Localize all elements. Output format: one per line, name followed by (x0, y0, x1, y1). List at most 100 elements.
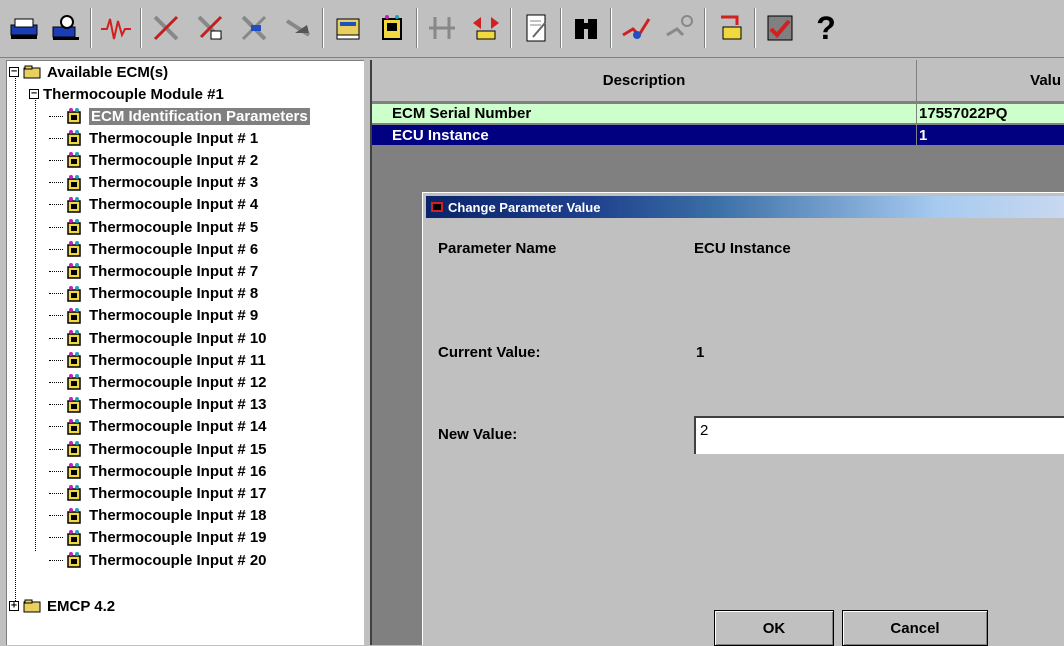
tree-item-label: Thermocouple Input # 5 (89, 218, 259, 236)
tree-item-thermocouple-input[interactable]: Thermocouple Input # 8 (49, 283, 258, 305)
tools-cross-4-icon[interactable] (278, 6, 318, 50)
ecm-chip-icon (65, 551, 83, 569)
binoculars-icon[interactable] (566, 6, 606, 50)
tree-item-ecm-identification[interactable]: ECM Identification Parameters (49, 105, 310, 127)
tree-item-thermocouple-input[interactable]: Thermocouple Input # 10 (49, 327, 267, 349)
tools-cross-3-icon[interactable] (234, 6, 274, 50)
tree-connector (49, 559, 63, 561)
tree-connector (49, 492, 63, 494)
tree-item-thermocouple-input[interactable]: Thermocouple Input # 5 (49, 216, 258, 238)
folder-icon (23, 65, 41, 79)
tree-root-label: Available ECM(s) (47, 63, 169, 81)
ecm-chip-icon (65, 351, 83, 369)
graph-red-icon[interactable] (616, 6, 656, 50)
tree-item-thermocouple-input[interactable]: Thermocouple Input # 19 (49, 527, 267, 549)
tree-item-label: Thermocouple Input # 8 (89, 285, 259, 303)
column-header-description[interactable]: Description (372, 60, 917, 102)
table-row[interactable]: ECM Serial Number 17557022PQ (372, 104, 1064, 124)
new-value-input[interactable]: 2 (694, 416, 1064, 454)
help-icon[interactable]: ? (806, 6, 846, 50)
print-preview-icon[interactable] (46, 6, 86, 50)
tree-item-label: Thermocouple Input # 9 (89, 307, 259, 325)
tree-item-thermocouple-input[interactable]: Thermocouple Input # 18 (49, 505, 267, 527)
row-description: ECU Instance (372, 125, 917, 145)
collapse-icon[interactable]: − (9, 67, 19, 77)
graph-gray-icon[interactable] (660, 6, 700, 50)
tree-connector (49, 182, 63, 184)
data-transfer-2-icon[interactable] (466, 6, 506, 50)
tree-connector (49, 404, 63, 406)
tree-item-label: Thermocouple Input # 11 (89, 351, 266, 369)
tree-item-label: Thermocouple Input # 12 (89, 373, 267, 391)
ecm-chip-icon (65, 373, 83, 391)
tree-connector (49, 515, 63, 517)
print-icon[interactable] (4, 6, 44, 50)
ecm-chip-icon (65, 307, 83, 325)
tree-item-label: ECM Identification Parameters (89, 107, 310, 125)
tools-cross-2-icon[interactable] (190, 6, 230, 50)
tree-item-label: EMCP 4.2 (47, 597, 116, 615)
current-value-label: Current Value: (438, 344, 541, 361)
row-description: ECM Serial Number (372, 104, 917, 123)
tree-item-label: Thermocouple Input # 19 (89, 529, 267, 547)
ecm-book-icon[interactable] (328, 6, 368, 50)
tree-item-label: Thermocouple Input # 3 (89, 174, 259, 192)
data-transfer-1-icon[interactable] (422, 6, 462, 50)
tree-item-thermocouple-input[interactable]: Thermocouple Input # 20 (49, 549, 267, 571)
tree-connector (49, 226, 63, 228)
table-row-selected[interactable]: ECU Instance 1 (372, 125, 1064, 145)
tree-item-emcp[interactable]: + EMCP 4.2 (9, 595, 115, 617)
tree-item-label: Thermocouple Input # 1 (89, 129, 259, 147)
tree-item-thermocouple-input[interactable]: Thermocouple Input # 2 (49, 149, 258, 171)
tree-item-thermocouple-input[interactable]: Thermocouple Input # 11 (49, 349, 266, 371)
tree-connector (49, 448, 63, 450)
tree-item-thermocouple-input[interactable]: Thermocouple Input # 7 (49, 260, 258, 282)
cancel-button[interactable]: Cancel (842, 610, 988, 646)
collapse-icon[interactable]: − (29, 89, 39, 99)
ok-button[interactable]: OK (714, 610, 834, 646)
main-toolbar: ? (0, 0, 1064, 58)
tree-connector (49, 159, 63, 161)
tree-connector (49, 426, 63, 428)
tree-item-thermocouple-input[interactable]: Thermocouple Input # 16 (49, 460, 267, 482)
param-name-value: ECU Instance (694, 240, 791, 257)
ecm-chip-icon (65, 484, 83, 502)
ecm-check-icon[interactable] (760, 6, 800, 50)
tree-item-thermocouple-input[interactable]: Thermocouple Input # 6 (49, 238, 258, 260)
tree-item-thermocouple-input[interactable]: Thermocouple Input # 14 (49, 416, 267, 438)
ecm-chip-icon[interactable] (372, 6, 412, 50)
tree-item-thermocouple-input[interactable]: Thermocouple Input # 15 (49, 438, 267, 460)
tree-item-label: Thermocouple Input # 4 (89, 196, 259, 214)
column-header-value[interactable]: Valu (917, 60, 1064, 102)
tree-root[interactable]: − Available ECM(s) (9, 61, 168, 83)
ecm-chip-icon (65, 174, 83, 192)
ecm-chip-icon (65, 329, 83, 347)
tree-item-thermocouple-input[interactable]: Thermocouple Input # 1 (49, 127, 258, 149)
tree-item-label: Thermocouple Input # 15 (89, 440, 267, 458)
tree-item-thermocouple-input[interactable]: Thermocouple Input # 4 (49, 194, 258, 216)
tree-item-thermocouple-input[interactable]: Thermocouple Input # 12 (49, 371, 267, 393)
dialog-titlebar[interactable]: Change Parameter Value (426, 196, 1064, 218)
ecm-chip-icon (65, 418, 83, 436)
ecm-chip-icon (65, 396, 83, 414)
tree-module[interactable]: − Thermocouple Module #1 (29, 83, 224, 105)
tree-connector (49, 115, 63, 117)
tree-item-thermocouple-input[interactable]: Thermocouple Input # 9 (49, 305, 258, 327)
ecm-tree: − Available ECM(s) − Thermocouple Module… (6, 60, 364, 645)
current-value: 1 (696, 344, 705, 361)
edit-document-icon[interactable] (516, 6, 556, 50)
tree-item-thermocouple-input[interactable]: Thermocouple Input # 17 (49, 482, 267, 504)
tree-item-label: Thermocouple Input # 6 (89, 240, 259, 258)
tree-connector (49, 381, 63, 383)
tools-cross-1-icon[interactable] (146, 6, 186, 50)
dialog-app-icon (431, 202, 443, 212)
ecm-arrow-icon[interactable] (710, 6, 750, 50)
expand-icon[interactable]: + (9, 601, 19, 611)
tree-item-thermocouple-input[interactable]: Thermocouple Input # 13 (49, 394, 267, 416)
tree-item-thermocouple-input[interactable]: Thermocouple Input # 3 (49, 172, 258, 194)
ecm-chip-icon (65, 529, 83, 547)
change-parameter-dialog: Change Parameter Value Parameter Name EC… (422, 192, 1064, 646)
tree-item-label: Thermocouple Input # 7 (89, 262, 259, 280)
tree-connector (49, 337, 63, 339)
waveform-icon[interactable] (96, 6, 136, 50)
